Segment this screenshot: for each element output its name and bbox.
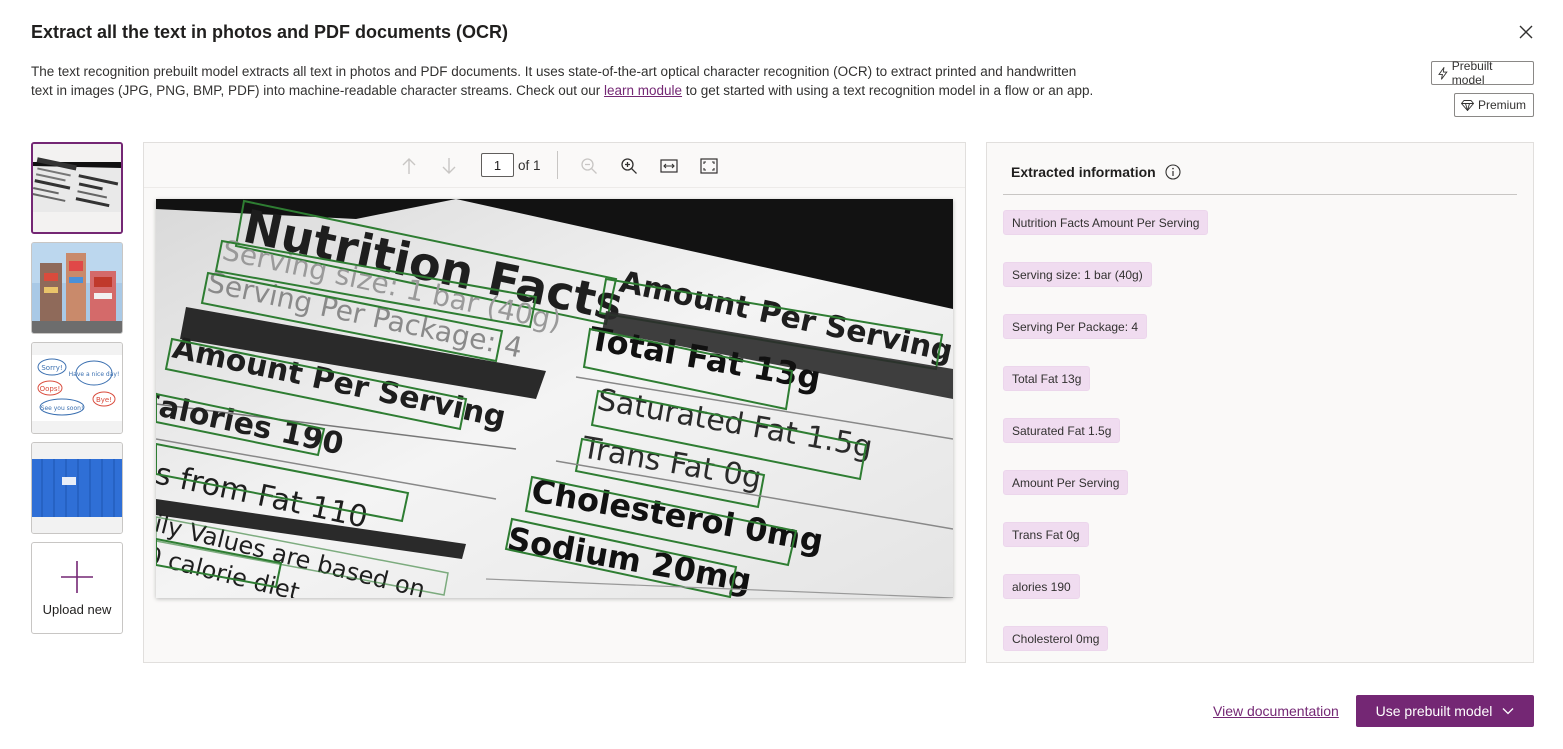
fit-width-button[interactable]: [657, 154, 681, 178]
lightning-icon: [1438, 66, 1448, 80]
extracted-info-title: Extracted information: [1011, 163, 1156, 180]
extracted-item[interactable]: Total Fat 13g: [1003, 366, 1091, 391]
prebuilt-model-label: Prebuilt model: [1451, 59, 1493, 87]
container-thumbnail-image: [32, 443, 122, 533]
zoom-in-icon: [621, 158, 637, 174]
learn-module-link[interactable]: learn module: [604, 83, 682, 98]
close-icon: [1519, 25, 1533, 39]
extracted-info-panel: Extracted information Nutrition Facts Am…: [986, 142, 1534, 663]
thumbnail-nutrition-facts[interactable]: [31, 142, 123, 234]
thumbnail-street-signs[interactable]: [31, 242, 123, 334]
arrow-down-icon: [442, 158, 456, 174]
toolbar-divider: [557, 151, 558, 179]
use-prebuilt-model-label: Use prebuilt model: [1375, 703, 1493, 719]
extracted-item[interactable]: Saturated Fat 1.5g: [1003, 418, 1121, 443]
view-documentation-link[interactable]: View documentation: [1213, 703, 1339, 719]
page-number-input[interactable]: [481, 153, 514, 177]
thumbnail-container[interactable]: [31, 442, 123, 534]
upload-new-button[interactable]: Upload new: [31, 542, 123, 634]
close-button[interactable]: [1514, 20, 1538, 44]
document-viewer: of 1: [143, 142, 966, 663]
premium-tag: Premium: [1454, 93, 1534, 117]
dialog-title: Extract all the text in photos and PDF d…: [31, 22, 509, 42]
fit-page-icon: [700, 158, 718, 174]
extracted-item[interactable]: Nutrition Facts Amount Per Serving: [1003, 210, 1209, 235]
prebuilt-model-tag: Prebuilt model: [1431, 59, 1534, 87]
extracted-item[interactable]: Amount Per Serving: [1003, 470, 1129, 495]
extracted-item[interactable]: Trans Fat 0g: [1003, 522, 1089, 547]
description-text-end: to get started with using a text recogni…: [682, 83, 1094, 98]
nutrition-facts-image: Nutrition Facts Serving size: 1 bar (40g…: [156, 199, 953, 598]
zoom-out-button[interactable]: [577, 154, 601, 178]
upload-new-label: Upload new: [42, 601, 112, 617]
handwriting-word-sorry: Sorry!: [41, 364, 62, 372]
chevron-down-icon: [1502, 708, 1514, 715]
premium-label: Premium: [1478, 98, 1527, 112]
extracted-item[interactable]: alories 190: [1003, 574, 1080, 599]
handwriting-word-bye: Bye!: [96, 396, 112, 404]
handwriting-word-oops: Oops!: [40, 385, 61, 393]
handwriting-word-nice-day: Have a nice day!: [69, 371, 120, 378]
use-prebuilt-model-button[interactable]: Use prebuilt model: [1356, 695, 1534, 727]
extracted-item[interactable]: Serving Per Package: 4: [1003, 314, 1148, 339]
street-thumbnail-image: [32, 243, 122, 333]
page-count-label: of 1: [518, 158, 541, 173]
zoom-out-icon: [581, 158, 597, 174]
previous-page-button[interactable]: [397, 154, 421, 178]
fit-page-button[interactable]: [697, 154, 721, 178]
diamond-icon: [1461, 99, 1474, 111]
plus-icon: [61, 560, 93, 593]
nutrition-thumbnail-image: [33, 144, 121, 232]
viewer-toolbar: of 1: [144, 143, 965, 188]
dialog-description: The text recognition prebuilt model extr…: [31, 62, 1101, 100]
info-icon[interactable]: [1165, 163, 1181, 180]
extracted-item[interactable]: Serving size: 1 bar (40g): [1003, 262, 1152, 287]
ocr-document-canvas: Nutrition Facts Serving size: 1 bar (40g…: [156, 199, 953, 598]
handwriting-thumbnail-image: Sorry! Have a nice day! Oops! Bye! See y…: [32, 343, 122, 433]
thumbnail-handwriting[interactable]: Sorry! Have a nice day! Oops! Bye! See y…: [31, 342, 123, 434]
handwriting-word-see-you: See you soon!: [41, 405, 84, 412]
extracted-item[interactable]: Cholesterol 0mg: [1003, 626, 1109, 651]
extracted-info-header: Extracted information: [1003, 143, 1517, 195]
arrow-up-icon: [402, 158, 416, 174]
zoom-in-button[interactable]: [617, 154, 641, 178]
fit-width-icon: [660, 159, 678, 173]
next-page-button[interactable]: [437, 154, 461, 178]
